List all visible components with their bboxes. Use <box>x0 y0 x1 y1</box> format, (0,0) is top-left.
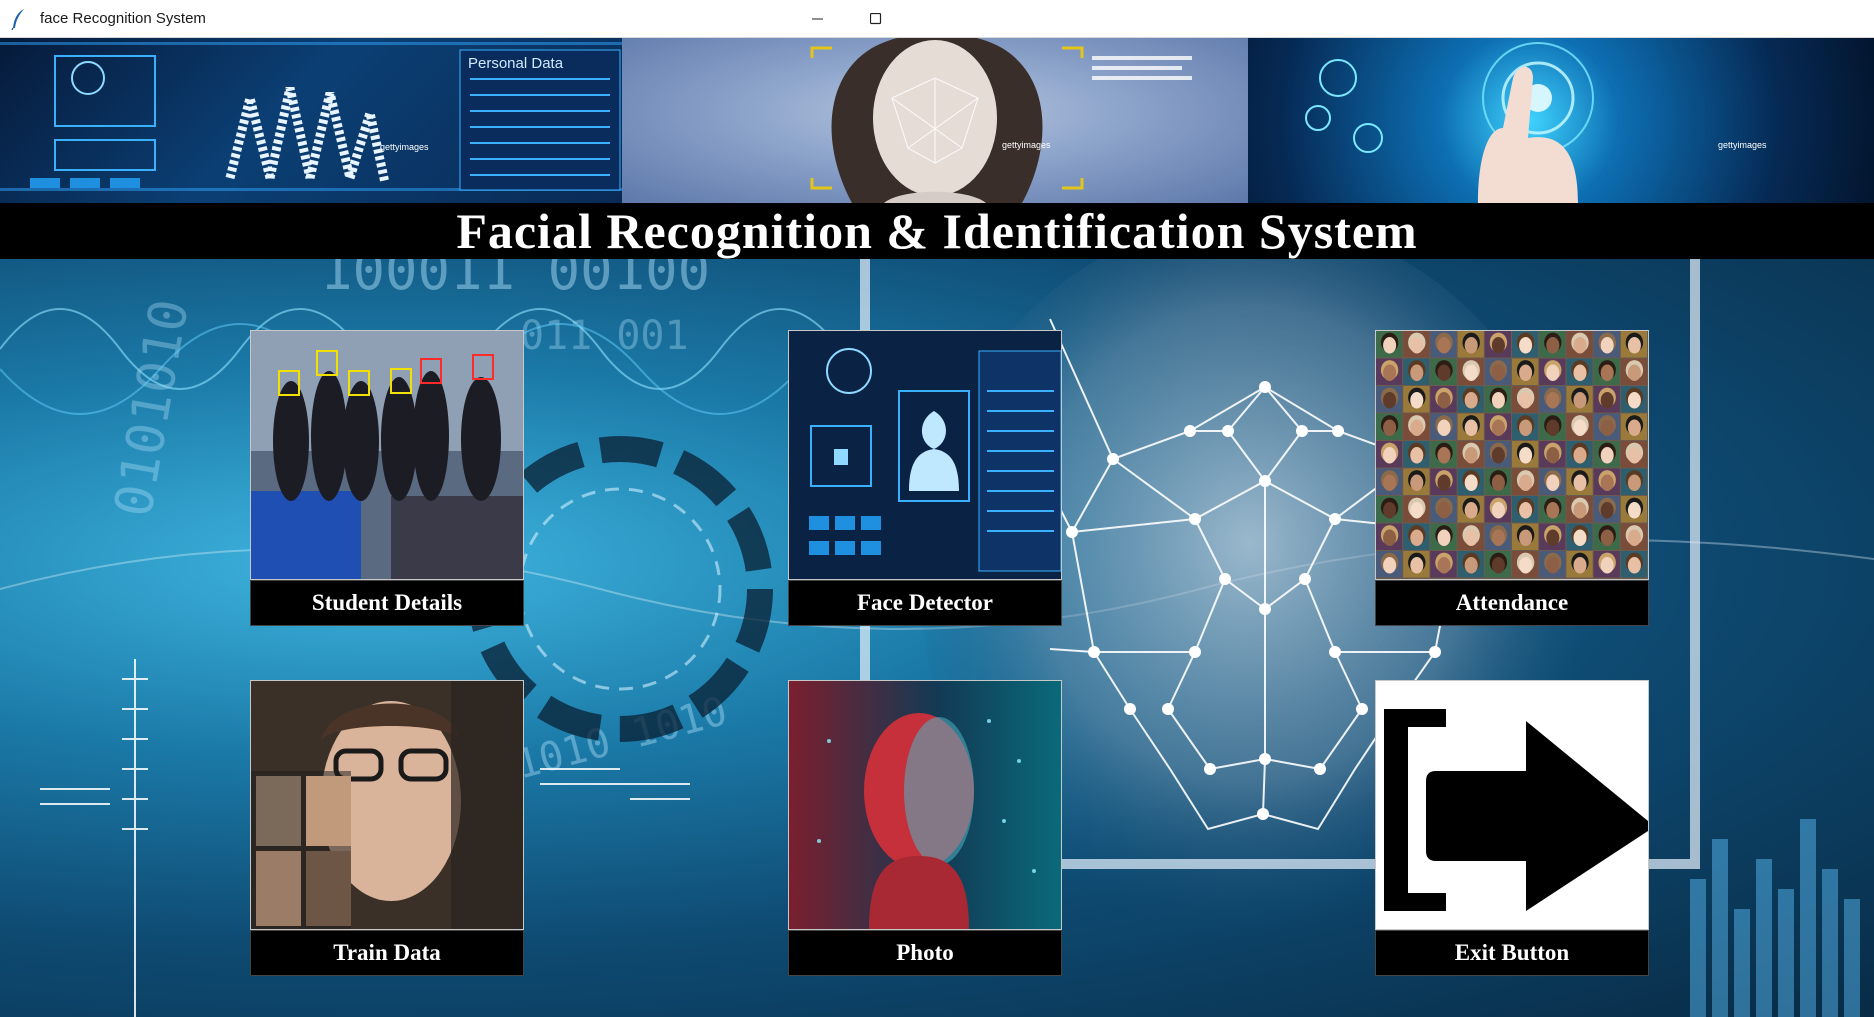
minimize-button[interactable] <box>790 0 846 38</box>
svg-text:100011 00100: 100011 00100 <box>320 259 710 302</box>
face-scan-woman-banner: gettyimages <box>622 38 1248 203</box>
attendance-button[interactable]: Attendance <box>1375 580 1649 626</box>
maximize-button[interactable] <box>848 0 904 38</box>
face-detector-button[interactable]: Face Detector <box>788 580 1062 626</box>
window-title-bar: face Recognition System <box>0 0 1874 38</box>
svg-text:0101010: 0101010 <box>104 295 201 521</box>
woman-glasses-video-call-illustration <box>251 681 523 929</box>
photo-image[interactable] <box>788 680 1062 930</box>
maximize-icon <box>870 13 882 25</box>
people-face-detection-illustration <box>251 331 523 579</box>
feather-app-icon <box>11 8 24 30</box>
face-grid-collage <box>1376 331 1648 579</box>
svg-text:011 001: 011 001 <box>520 313 689 359</box>
face-detector-image[interactable] <box>788 330 1062 580</box>
face-detector-tile[interactable]: Face Detector <box>788 330 1062 626</box>
minimize-icon <box>812 18 823 20</box>
train-data-image[interactable] <box>250 680 524 930</box>
fingerprint-identify-banner: Personal Data gettyimages <box>0 38 622 203</box>
svg-text:gettyimages: gettyimages <box>1718 140 1767 150</box>
exit-button[interactable]: Exit Button <box>1375 930 1649 976</box>
student-details-image[interactable] <box>250 330 524 580</box>
attendance-tile[interactable]: Attendance <box>1375 330 1649 626</box>
photo-button[interactable]: Photo <box>788 930 1062 976</box>
svg-text:Personal Data: Personal Data <box>468 55 564 72</box>
identify-person-illustration: Personal Data gettyimages <box>0 42 622 191</box>
woman-face-scan-illustration: gettyimages <box>810 38 1192 203</box>
heading-bar: Facial Recognition & Identification Syst… <box>0 203 1874 259</box>
exit-image[interactable] <box>1375 680 1649 930</box>
student-details-tile[interactable]: Student Details <box>250 330 524 626</box>
train-data-button[interactable]: Train Data <box>250 930 524 976</box>
fingerprint-profile-illustration <box>789 331 1061 579</box>
attendance-image[interactable] <box>1375 330 1649 580</box>
window-title: face Recognition System <box>40 10 206 27</box>
digital-face-illustration <box>789 681 1061 929</box>
svg-text:gettyimages: gettyimages <box>380 142 429 152</box>
photo-tile[interactable]: Photo <box>788 680 1062 976</box>
finger-touch-illustration: gettyimages <box>1305 42 1767 203</box>
train-data-tile[interactable]: Train Data <box>250 680 524 976</box>
svg-text:gettyimages: gettyimages <box>1002 140 1051 150</box>
touch-interface-banner: gettyimages <box>1248 38 1874 203</box>
student-details-button[interactable]: Student Details <box>250 580 524 626</box>
page-title: Facial Recognition & Identification Syst… <box>456 203 1418 259</box>
exit-tile[interactable]: Exit Button <box>1375 680 1649 976</box>
exit-arrow-icon <box>1376 681 1648 929</box>
